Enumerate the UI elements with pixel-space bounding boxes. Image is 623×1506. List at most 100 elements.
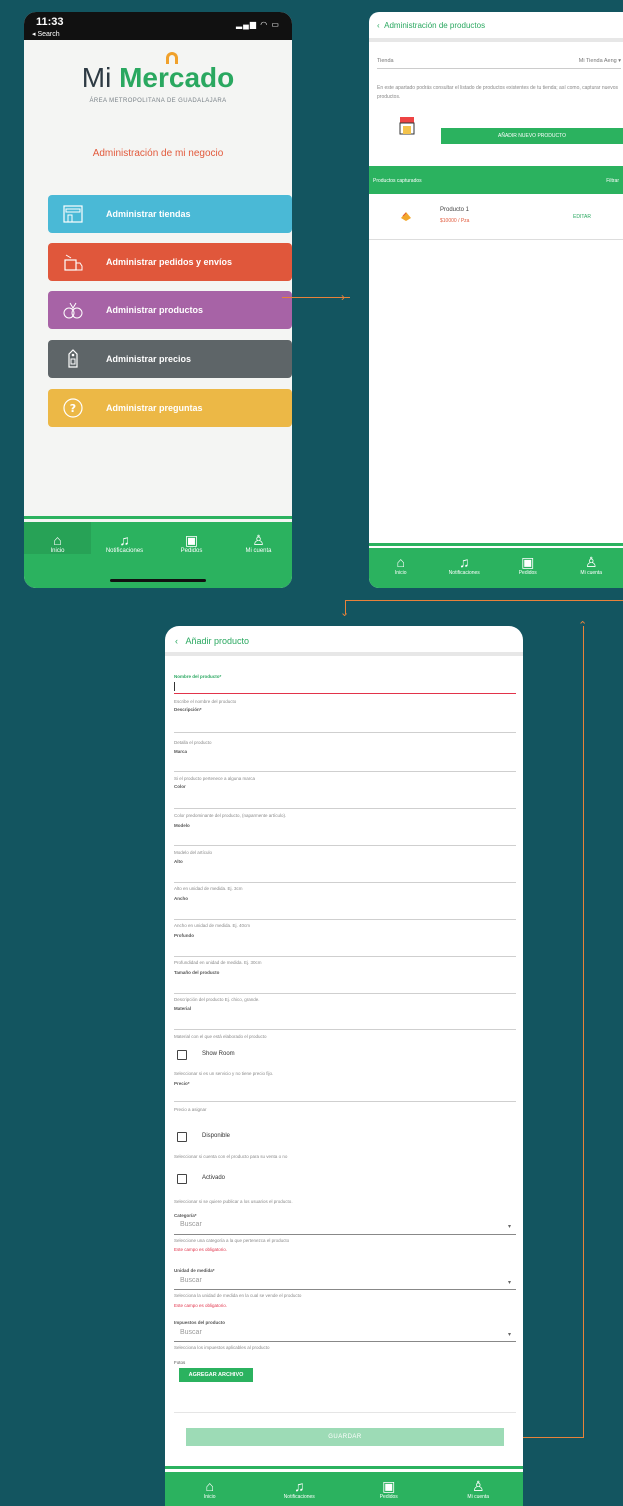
products-admin-screen: ‹ Administración de productos Tienda Mi … [369,12,623,588]
bag-icon: ▣ [382,1478,396,1494]
size-input[interactable] [174,993,516,994]
tab-orders[interactable]: ▣ Pedidos [344,1472,434,1500]
manage-prices-button[interactable]: Administrar precios [48,340,292,378]
manage-stores-label: Administrar tiendas [106,209,191,219]
products-description: En este apartado podrás consultar el lis… [377,85,618,100]
tab-home[interactable]: ⌂ Inicio [369,548,433,576]
model-input[interactable] [174,845,516,846]
svg-text:?: ? [70,402,76,415]
color-input[interactable] [174,808,516,809]
tab-notifications[interactable]: ♫ Notificaciones [91,522,158,554]
tab-orders[interactable]: ▣ Pedidos [496,548,560,576]
manage-orders-button[interactable]: Administrar pedidos y envíos [48,243,292,281]
tab-account[interactable]: ♙ Mi cuenta [560,548,623,576]
showroom-label: Show Room [202,1051,235,1057]
tab-account-label: Mi cuenta [245,548,272,554]
tab-notifications-label: Notificaciones [105,548,144,554]
size-hint: Descripción del producto Ej. chico, gran… [174,997,260,1002]
brand-label: Marca [174,749,188,754]
active-hint: Seleccionar si se quiere publicar a los … [174,1199,293,1204]
depth-input[interactable] [174,956,516,957]
brand-hint: Si el producto pertenece a alguna marca [174,776,256,781]
back-to-search-link[interactable]: ◂ Search [32,30,60,38]
width-label: Ancho [174,896,188,901]
bottom-tab-bar: ⌂ Inicio ♫ Notificaciones ▣ Pedidos ♙ Mi cue… [369,543,623,588]
tab-orders-label: Pedidos [379,1494,398,1500]
bell-icon: ♫ [459,554,470,570]
chevron-down-icon: ▾ [507,1332,511,1338]
section-title: Administración de mi negocio [92,148,224,159]
width-input[interactable] [174,919,516,920]
unit-underline [174,1289,516,1290]
category-select[interactable]: Buscar [180,1221,202,1228]
material-input[interactable] [174,1029,516,1030]
product-name-hint: Escribe el nombre del producto [174,699,237,704]
divider [174,1412,516,1413]
flow-arrow-2 [345,600,623,602]
filter-button[interactable]: Filtrar [606,178,619,184]
material-label: Material [174,1006,192,1011]
add-product-screen: ‹ Añadir producto Nombre del producto* E… [165,626,523,1506]
home-screen: 11:33 ◂ Search ▂▄▆ ◠ ▭ Mi Mercado ÁREA M… [24,12,292,588]
active-label: Activado [202,1175,226,1181]
back-chevron-icon[interactable]: ‹ [377,21,380,30]
question-icon: ? [62,397,84,419]
logo-mi: Mi [81,62,120,93]
tab-orders[interactable]: ▣ Pedidos [158,522,225,554]
unit-hint: Selecciona la unidad de medida en la cua… [174,1293,302,1298]
model-hint: Modelo del artículo [174,850,213,855]
brand-input[interactable] [174,771,516,772]
tab-home[interactable]: ⌂ Inicio [165,1472,255,1500]
product-name-input[interactable] [174,693,516,694]
logo-mercado: Mercado [119,62,235,93]
arrow-head-icon: › [341,290,345,304]
back-chevron-icon[interactable]: ‹ [175,636,178,646]
active-checkbox[interactable] [177,1174,187,1184]
tab-account-label: Mi cuenta [580,570,603,576]
price-tag-icon [62,348,84,370]
status-bar: 11:33 ◂ Search ▂▄▆ ◠ ▭ [24,12,292,40]
attach-file-button[interactable]: AGREGAR ARCHIVO [179,1368,253,1382]
text-cursor [174,682,175,691]
manage-stores-button[interactable]: Administrar tiendas [48,195,292,233]
product-row[interactable]: Producto 1 $10000 / Pza EDITAR [369,194,623,240]
edit-product-button[interactable]: EDITAR [573,214,591,220]
height-input[interactable] [174,882,516,883]
category-underline [174,1234,516,1235]
save-button[interactable]: GUARDAR [186,1428,504,1446]
model-label: Modelo [174,823,190,828]
showroom-hint: Seleccionar si es un servicio y no tiene… [174,1071,274,1076]
manage-products-label: Administrar productos [106,305,204,315]
category-error: Este campo es obligatorio. [174,1247,228,1252]
bag-icon: ▣ [184,532,199,548]
add-new-product-button[interactable]: AÑADIR NUEVO PRODUCTO [441,128,623,144]
tab-home-label: Inicio [394,570,407,576]
flow-arrow-3 [517,1437,584,1439]
manage-questions-button[interactable]: ? Administrar preguntas [48,389,292,427]
depth-hint: Profundidad en unidad de medida. Ej. 30c… [174,960,262,965]
available-checkbox[interactable] [177,1132,187,1142]
delivery-icon [62,251,84,273]
home-icon: ⌂ [396,554,405,570]
showroom-checkbox[interactable] [177,1050,187,1060]
tab-account[interactable]: ♙ Mi cuenta [434,1472,524,1500]
tab-account[interactable]: ♙ Mi cuenta [225,522,292,554]
tab-notifications[interactable]: ♫ Notificaciones [255,1472,345,1500]
flow-arrow-1 [282,297,350,299]
home-icon: ⌂ [205,1478,214,1494]
description-label: Descripción* [174,707,202,712]
description-input[interactable] [174,732,516,733]
material-hint: Material con el que está elaborado el pr… [174,1034,267,1039]
price-input[interactable] [174,1101,516,1102]
unit-select[interactable]: Buscar [180,1277,202,1284]
taxes-select[interactable]: Buscar [180,1329,202,1336]
signal-wifi-battery-icon: ▂▄▆ ◠ ▭ [236,20,280,29]
store-select[interactable]: Mi Tienda Aeng ▾ [579,58,621,64]
tab-notifications-label: Notificaciones [283,1494,315,1500]
tab-notifications[interactable]: ♫ Notificaciones [433,548,497,576]
category-label: Categoría* [174,1213,197,1218]
manage-products-button[interactable]: Administrar productos [48,291,292,329]
product-thumbnail-icon [399,208,413,222]
tab-home[interactable]: ⌂ Inicio [24,522,91,554]
unit-error: Este campo es obligatorio. [174,1303,228,1308]
